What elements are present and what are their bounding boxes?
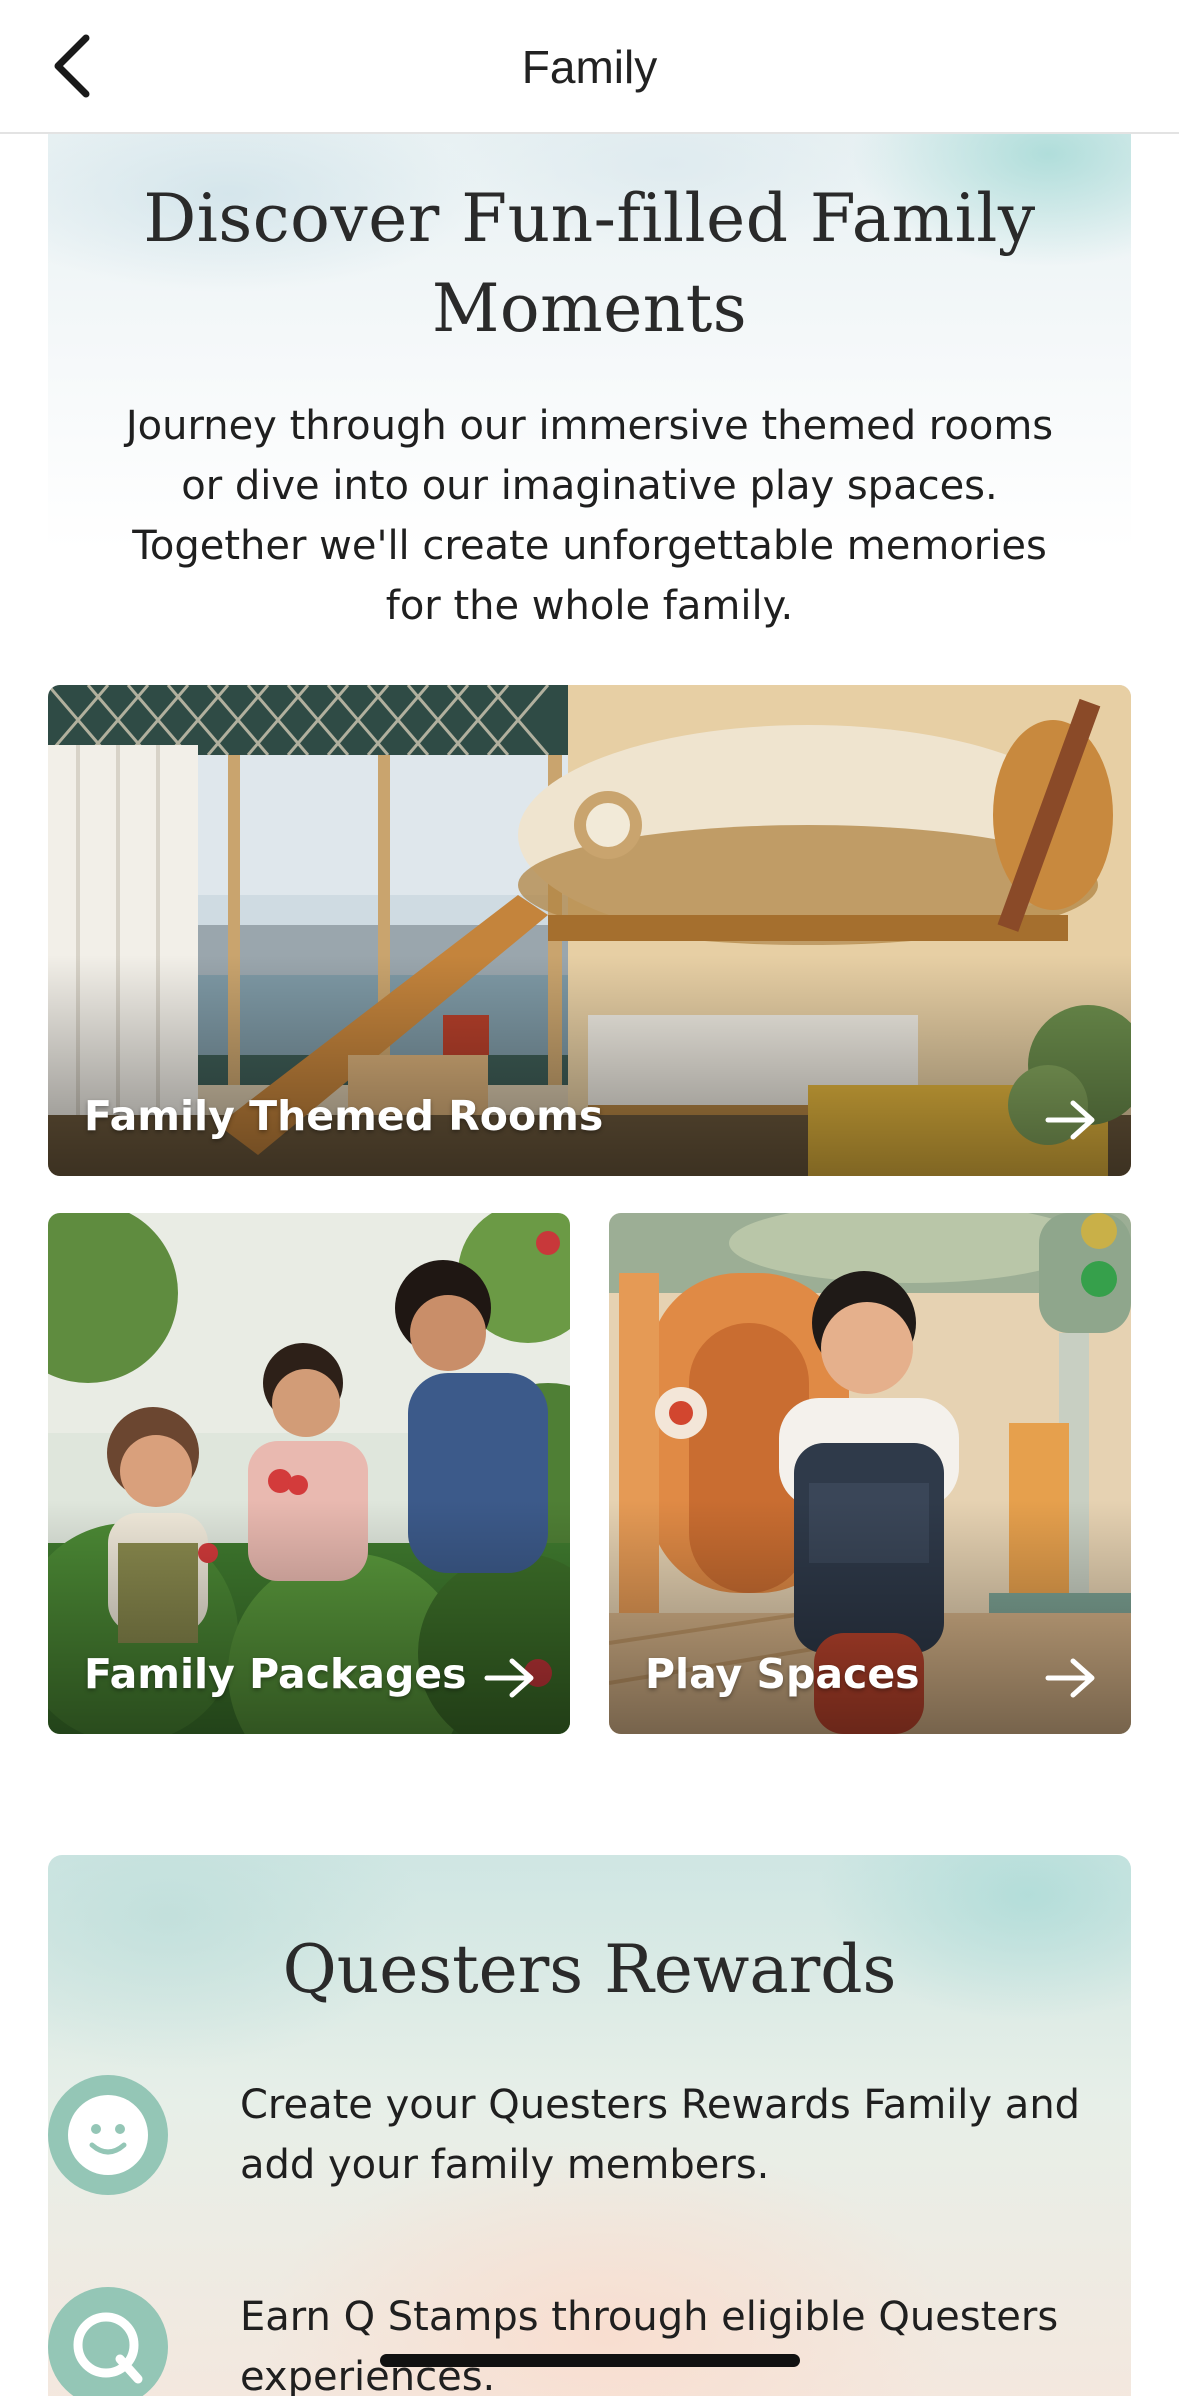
- play-spaces-card[interactable]: Play Spaces: [609, 1213, 1131, 1734]
- card-label: Play Spaces: [645, 1650, 920, 1698]
- arrow-right-icon: [1045, 1100, 1095, 1140]
- intro-description: Journey through our immersive themed roo…: [125, 403, 1054, 629]
- card-overlay: [609, 1499, 1131, 1734]
- reward-item: Create your Questers Rewards Family and …: [48, 2075, 1119, 2205]
- page-title: Family: [521, 41, 658, 93]
- card-overlay: [48, 955, 1131, 1176]
- reward-text: Create your Questers Rewards Family and …: [240, 2082, 1081, 2188]
- nav-bar: Family: [0, 0, 1179, 134]
- q-logo-icon: [48, 2287, 168, 2396]
- family-themed-rooms-card[interactable]: Family Themed Rooms: [48, 685, 1131, 1176]
- card-overlay: [48, 1499, 570, 1734]
- intro-title: Discover Fun-filled Family Moments: [143, 180, 1036, 347]
- card-label: Family Themed Rooms: [84, 1092, 604, 1140]
- rewards-title: Questers Rewards: [282, 1931, 897, 2008]
- reward-item: Earn Q Stamps through eligible Questers …: [48, 2287, 1119, 2396]
- family-screen: Family Discover Fun-filled Family Moment…: [0, 0, 1179, 2396]
- home-indicator[interactable]: [380, 2354, 800, 2367]
- intro-section: Discover Fun-filled Family Moments Journ…: [48, 134, 1131, 654]
- arrow-right-icon: [1045, 1658, 1095, 1698]
- reward-text: Earn Q Stamps through eligible Questers …: [240, 2294, 1059, 2396]
- arrow-right-icon: [484, 1658, 534, 1698]
- family-packages-card[interactable]: Family Packages: [48, 1213, 570, 1734]
- smiley-face-icon: [48, 2075, 168, 2195]
- card-label: Family Packages: [84, 1650, 467, 1698]
